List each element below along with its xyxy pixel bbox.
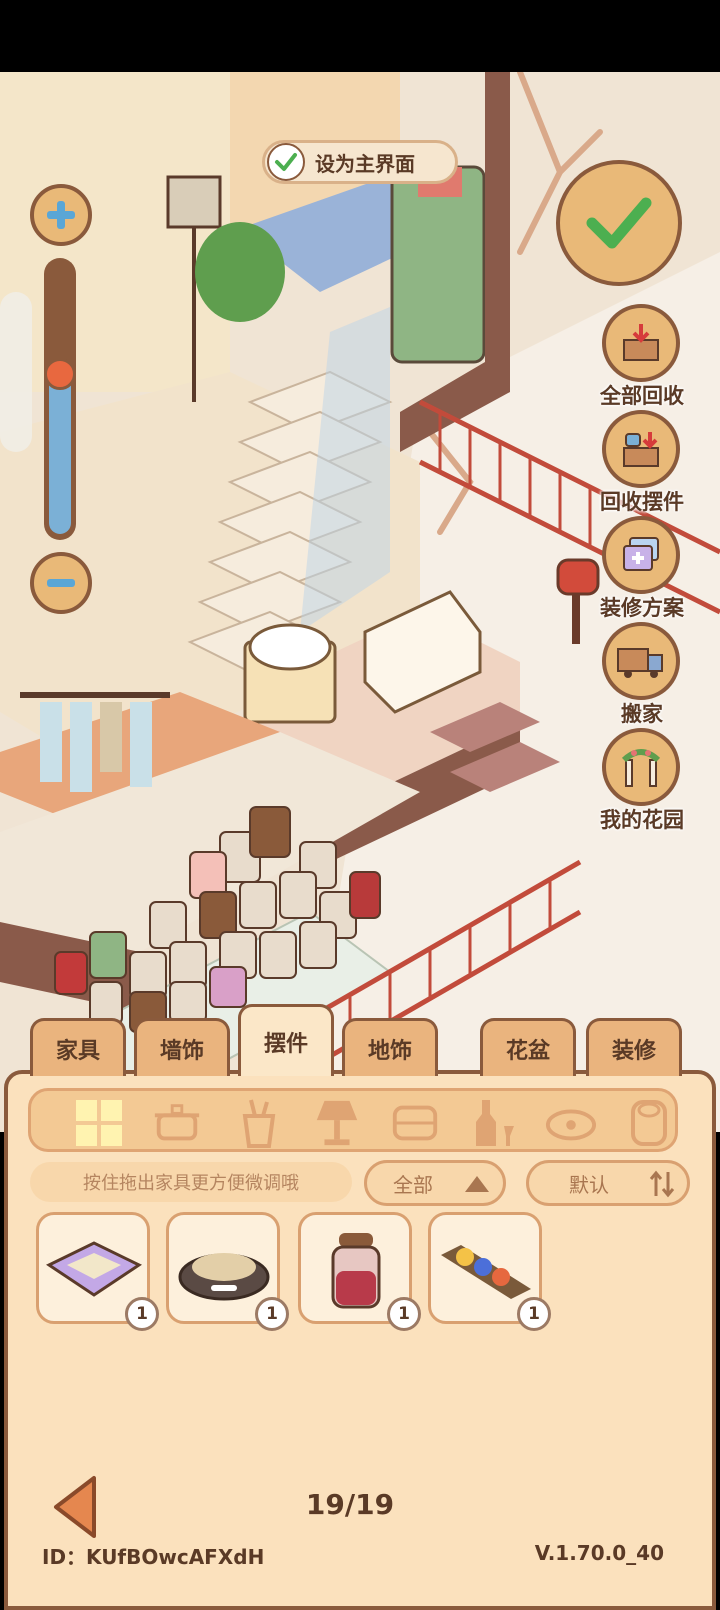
recycle-all-button[interactable]: [602, 304, 680, 382]
move-house-button[interactable]: [602, 622, 680, 700]
zoom-out-button[interactable]: [30, 552, 92, 614]
back-arrow-icon: [54, 1476, 96, 1538]
box-down-icon: [623, 324, 659, 361]
triangle-up-icon: [465, 1176, 489, 1192]
category-bath[interactable]: [233, 1097, 285, 1149]
pet-bowl-icon: [545, 1109, 597, 1141]
decor-plan-label: 装修方案: [600, 596, 684, 620]
recycle-decor-label: 回收摆件: [600, 490, 684, 514]
cup-box-icon: [623, 432, 659, 467]
plus-icon: [47, 201, 75, 229]
item-count-badge: 1: [255, 1297, 289, 1331]
item-card-jam-jar[interactable]: 1: [298, 1212, 421, 1331]
tab-flower-pots[interactable]: 花盆: [480, 1018, 576, 1076]
category-soft[interactable]: [389, 1097, 441, 1149]
category-kitchen[interactable]: [151, 1097, 203, 1149]
recycle-all-label: 全部回收: [600, 384, 684, 408]
category-bar: [28, 1088, 678, 1152]
zoom-slider-handle[interactable]: [44, 358, 76, 390]
garden-arch-icon: [621, 749, 661, 787]
category-drinks[interactable]: [467, 1097, 519, 1149]
sort-dropdown[interactable]: 默认: [526, 1160, 690, 1206]
plan-cards-icon: [623, 537, 659, 571]
bottle-icon: [476, 1100, 514, 1146]
filter-dropdown[interactable]: 全部: [364, 1160, 506, 1206]
pillow-icon: [392, 1105, 438, 1141]
item-card-pet-bed[interactable]: 1: [36, 1212, 159, 1331]
drag-hint: 按住拖出家具更方便微调哦: [30, 1162, 352, 1202]
item-card-pet-bowl[interactable]: 1: [166, 1212, 289, 1331]
set-main-screen-label: 设为主界面: [315, 151, 415, 176]
confirm-button[interactable]: [556, 160, 682, 286]
page-indicator: 19/19: [305, 1488, 395, 1521]
set-main-screen-toggle[interactable]: 设为主界面: [262, 140, 458, 184]
status-bar: [0, 0, 720, 72]
category-pets[interactable]: [545, 1097, 597, 1149]
paper-roll-icon: [631, 1100, 667, 1146]
recycle-decor-button[interactable]: [602, 410, 680, 488]
sort-arrows-icon: [649, 1170, 675, 1198]
tab-wall-decor[interactable]: 墙饰: [134, 1018, 230, 1076]
lamp-icon: [316, 1100, 358, 1146]
my-garden-button[interactable]: [602, 728, 680, 806]
minus-icon: [47, 579, 75, 587]
pot-icon: [154, 1104, 200, 1141]
decor-plan-button[interactable]: [602, 516, 680, 594]
tab-ornaments[interactable]: 摆件: [238, 1004, 334, 1076]
category-all[interactable]: [73, 1097, 125, 1149]
item-count-badge: 1: [387, 1297, 421, 1331]
item-card-color-tray[interactable]: 1: [428, 1212, 551, 1331]
category-misc[interactable]: [623, 1097, 675, 1149]
tab-floor-decor[interactable]: 地饰: [342, 1018, 438, 1076]
toothbrush-cup-icon: [242, 1099, 276, 1148]
move-house-label: 搬家: [621, 702, 663, 726]
my-garden-label: 我的花园: [600, 808, 684, 832]
checkmark-icon: [586, 197, 652, 249]
tab-renovation[interactable]: 装修: [586, 1018, 682, 1076]
tab-furniture[interactable]: 家具: [30, 1018, 126, 1076]
moving-truck-icon: [617, 648, 663, 678]
sort-label: 默认: [569, 1172, 609, 1197]
version-label: V.1.70.0_40: [534, 1541, 664, 1565]
zoom-in-button[interactable]: [30, 184, 92, 246]
zoom-slider-fill: [49, 366, 71, 534]
category-lamps[interactable]: [311, 1097, 363, 1149]
item-count-badge: 1: [517, 1297, 551, 1331]
zoom-slider[interactable]: [44, 258, 76, 540]
check-icon: [267, 143, 305, 181]
player-id: ID：KUfBOwcAFXdH: [42, 1545, 265, 1569]
grid-all-icon: [76, 1100, 122, 1146]
filter-label: 全部: [393, 1172, 433, 1197]
item-count-badge: 1: [125, 1297, 159, 1331]
back-button[interactable]: [52, 1474, 98, 1544]
